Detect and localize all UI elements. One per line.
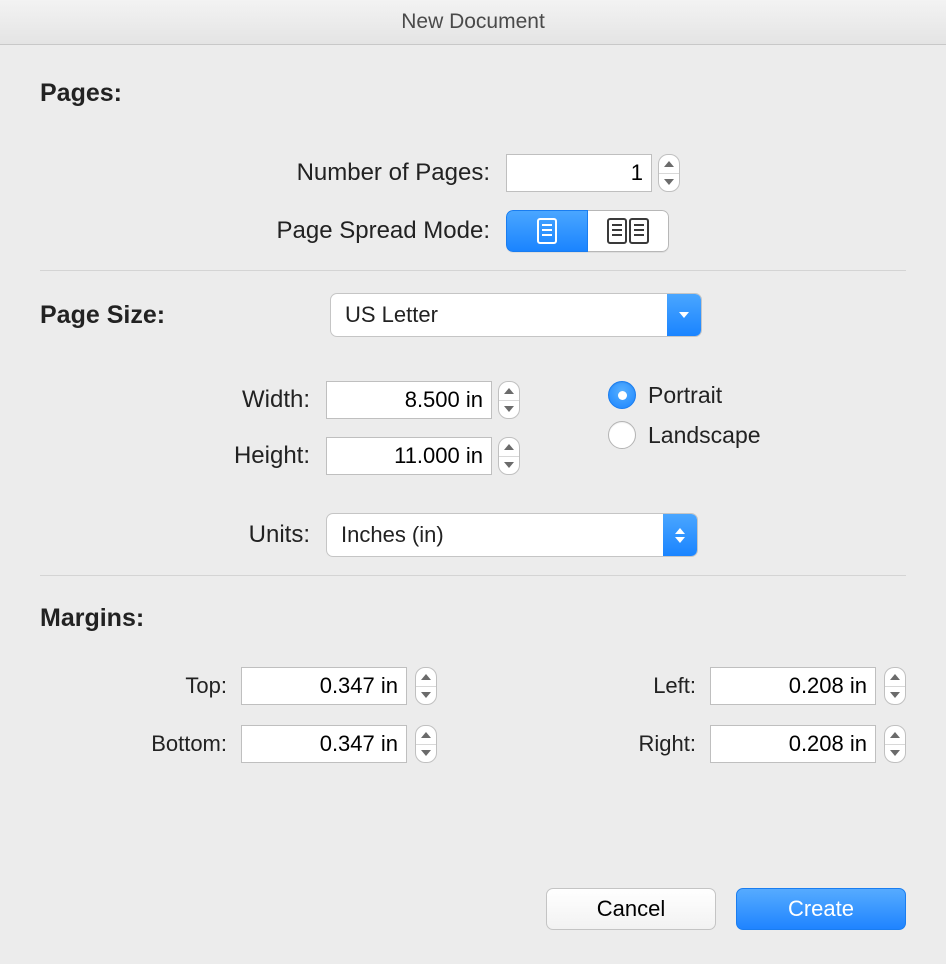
- width-stepper[interactable]: [498, 381, 520, 419]
- orientation-landscape-label: Landscape: [648, 422, 761, 449]
- divider: [40, 270, 906, 271]
- chevron-up-icon[interactable]: [499, 382, 519, 401]
- page-spread-mode-label: Page Spread Mode:: [40, 217, 506, 245]
- chevron-down-icon[interactable]: [885, 687, 905, 705]
- margin-top-input[interactable]: [241, 667, 407, 705]
- units-label: Units:: [40, 521, 326, 549]
- margin-left-stepper[interactable]: [884, 667, 906, 705]
- chevron-up-icon[interactable]: [885, 668, 905, 687]
- margin-bottom-label: Bottom:: [57, 731, 233, 757]
- chevron-up-icon[interactable]: [885, 726, 905, 745]
- units-value: Inches (in): [327, 522, 663, 548]
- chevron-down-icon[interactable]: [659, 174, 679, 192]
- spread-single-button[interactable]: [506, 210, 588, 252]
- orientation-landscape-radio[interactable]: [608, 421, 636, 449]
- margin-bottom-input[interactable]: [241, 725, 407, 763]
- chevron-up-icon[interactable]: [416, 668, 436, 687]
- page-size-preset-value: US Letter: [331, 302, 667, 328]
- number-of-pages-stepper[interactable]: [658, 154, 680, 192]
- margin-right-input[interactable]: [710, 725, 876, 763]
- number-of-pages-label: Number of Pages:: [40, 159, 506, 187]
- orientation-portrait-radio[interactable]: [608, 381, 636, 409]
- facing-pages-icon: [606, 218, 650, 244]
- chevron-up-icon[interactable]: [659, 155, 679, 174]
- page-size-section-label: Page Size:: [40, 301, 290, 330]
- units-select[interactable]: Inches (in): [326, 513, 698, 557]
- width-input[interactable]: [326, 381, 492, 419]
- divider: [40, 575, 906, 576]
- page-spread-mode-segmented[interactable]: [506, 210, 669, 252]
- updown-arrows-icon: [663, 514, 697, 556]
- height-label: Height:: [40, 442, 326, 470]
- single-page-icon: [536, 218, 558, 244]
- cancel-button[interactable]: Cancel: [546, 888, 716, 930]
- dropdown-arrow-icon: [667, 294, 701, 336]
- orientation-portrait-label: Portrait: [648, 382, 722, 409]
- height-input[interactable]: [326, 437, 492, 475]
- chevron-down-icon[interactable]: [499, 401, 519, 419]
- margin-right-stepper[interactable]: [884, 725, 906, 763]
- chevron-down-icon[interactable]: [416, 687, 436, 705]
- number-of-pages-input[interactable]: [506, 154, 652, 192]
- chevron-up-icon[interactable]: [416, 726, 436, 745]
- spread-facing-button[interactable]: [588, 210, 669, 252]
- chevron-down-icon[interactable]: [416, 745, 436, 763]
- margin-top-label: Top:: [57, 673, 233, 699]
- margin-top-stepper[interactable]: [415, 667, 437, 705]
- height-stepper[interactable]: [498, 437, 520, 475]
- margin-bottom-stepper[interactable]: [415, 725, 437, 763]
- margin-right-label: Right:: [526, 731, 702, 757]
- margins-section-label: Margins:: [40, 604, 144, 633]
- pages-section-label: Pages:: [40, 79, 122, 108]
- window-title: New Document: [0, 0, 946, 45]
- create-button[interactable]: Create: [736, 888, 906, 930]
- chevron-down-icon[interactable]: [885, 745, 905, 763]
- chevron-down-icon[interactable]: [499, 457, 519, 475]
- page-size-preset-select[interactable]: US Letter: [330, 293, 702, 337]
- margin-left-label: Left:: [526, 673, 702, 699]
- width-label: Width:: [40, 386, 326, 414]
- margin-left-input[interactable]: [710, 667, 876, 705]
- chevron-up-icon[interactable]: [499, 438, 519, 457]
